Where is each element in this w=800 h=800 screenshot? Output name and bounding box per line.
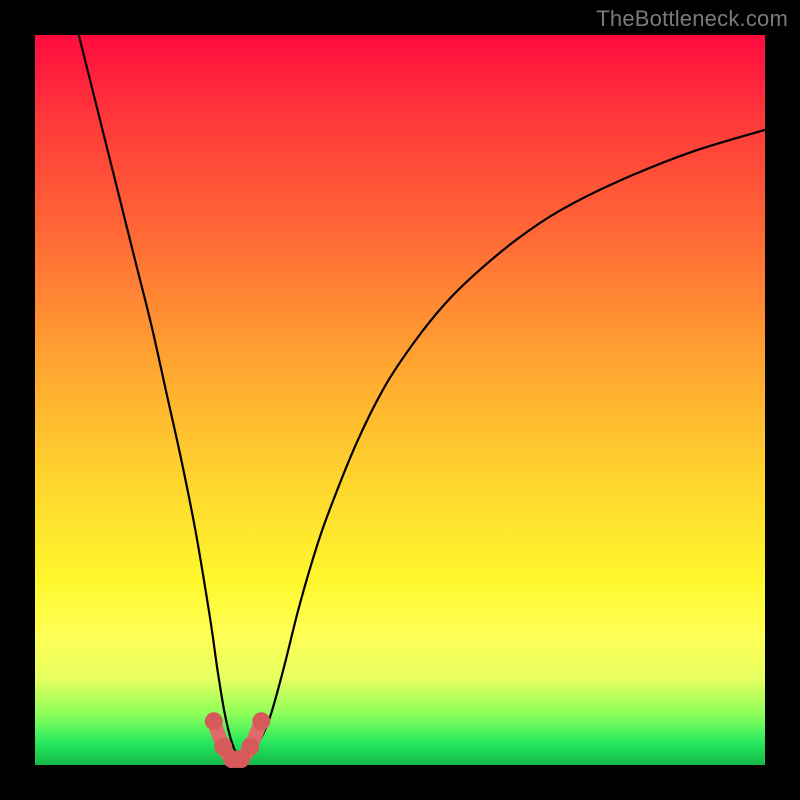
optimal-dot <box>252 712 270 730</box>
optimal-dot <box>241 738 259 756</box>
bottleneck-curve <box>79 35 765 759</box>
watermark-text: TheBottleneck.com <box>596 6 788 32</box>
chart-plot-area <box>35 35 765 765</box>
chart-frame: TheBottleneck.com <box>0 0 800 800</box>
chart-svg <box>35 35 765 765</box>
optimal-dot <box>205 712 223 730</box>
optimal-dots-group <box>205 712 270 768</box>
